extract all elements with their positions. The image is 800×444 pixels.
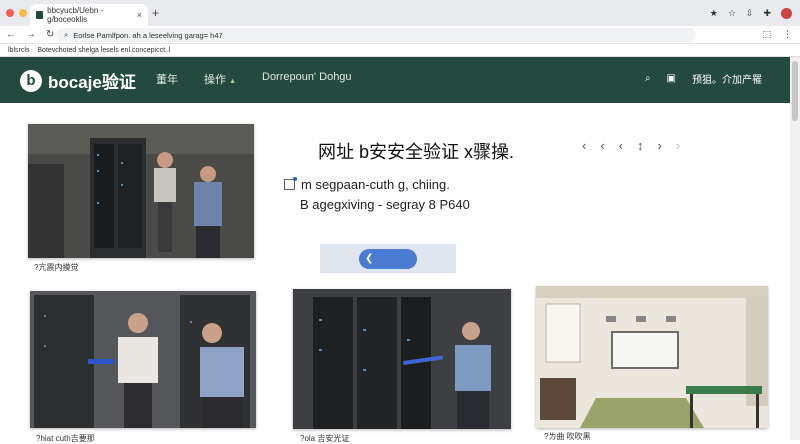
photo-caption: ?hiat cuth吉要那 xyxy=(36,434,95,443)
menu-icon[interactable]: ⋮ xyxy=(783,29,792,40)
forward-icon[interactable]: → xyxy=(26,29,36,40)
close-icon[interactable]: × xyxy=(137,10,142,20)
browser-tab-strip: bbcyucb/Uebn -g/boceoklis × + ★ ☆ ⇩ ✚ xyxy=(0,0,800,26)
caret-up-icon: ▲ xyxy=(229,78,236,85)
hero-line-1: m segpaan-cuth g, chiing. xyxy=(284,177,450,192)
nav-item-label: 操作 xyxy=(204,74,226,86)
favicon-icon xyxy=(36,11,44,19)
photo-caption: ?ola 吉安光证 xyxy=(300,434,350,443)
browser-extension-icons: ★ ☆ ⇩ ✚ xyxy=(710,8,792,19)
address-text: Eorlse Pamlfpon. ah a leseelving garag= … xyxy=(73,30,223,40)
carousel-controls: ‹ ‹ ‹ ↕ › › xyxy=(582,138,680,153)
browser-tab[interactable]: bbcyucb/Uebn -g/boceoklis × xyxy=(30,4,148,26)
minimize-window-button[interactable] xyxy=(19,9,27,17)
address-bar[interactable]: ⌕ Eorlse Pamlfpon. ah a leseelving garag… xyxy=(56,28,696,42)
scrollbar-thumb[interactable] xyxy=(792,61,798,121)
bookmarks-bar: lblsrcls Botevchoted shelga lesels enl.c… xyxy=(0,44,800,57)
new-tab-button[interactable]: + xyxy=(152,6,159,20)
chevron-right-icon[interactable]: › xyxy=(676,138,680,153)
photo-server-room-1[interactable] xyxy=(28,124,254,258)
pager-indicator-icon[interactable]: ↕ xyxy=(637,138,644,153)
server-room-image xyxy=(28,124,254,258)
nav-item[interactable]: Dorrepoun' Dohgu xyxy=(262,71,352,87)
browser-toolbar: ← → ↻ ⌕ Eorlse Pamlfpon. ah a leseelving… xyxy=(0,26,800,44)
checkbox-icon[interactable] xyxy=(284,177,297,190)
toolbar-right-icons: ⬚ ⋮ xyxy=(762,29,792,40)
nav-item-dropdown[interactable]: 操作 ▲ xyxy=(204,71,236,87)
site-header: b bocaje验证 董年 操作 ▲ Dorrepoun' Dohgu ⌕ ▣ … xyxy=(0,57,790,103)
logo-text: bocaje验证 xyxy=(48,73,136,92)
cta-button[interactable]: ❮ xyxy=(359,248,417,269)
photo-caption: ?亢震内摸觉 xyxy=(34,263,79,272)
star-icon[interactable]: ★ xyxy=(710,8,718,19)
profile-avatar[interactable] xyxy=(781,8,792,19)
reload-icon[interactable]: ↻ xyxy=(46,29,54,40)
site-logo[interactable]: b bocaje验证 xyxy=(20,68,136,93)
server-room-image xyxy=(30,291,256,428)
chevron-left-icon[interactable]: ‹ xyxy=(619,138,623,153)
bookmark-item[interactable]: Botevchoted shelga lesels enl.concepicct… xyxy=(37,47,170,54)
chevron-left-icon: ❮ xyxy=(365,253,374,264)
hero-line-2: B agegxiving - segray 8 P640 xyxy=(300,197,470,212)
share-icon[interactable]: ⬚ xyxy=(762,29,771,40)
server-room-image xyxy=(293,289,511,429)
photo-server-room-3[interactable] xyxy=(293,289,511,429)
main-nav: 董年 操作 ▲ Dorrepoun' Dohgu xyxy=(156,71,352,87)
nav-item[interactable]: 董年 xyxy=(156,71,178,87)
logo-mark-icon: b xyxy=(20,69,42,92)
search-icon[interactable]: ⌕ xyxy=(645,73,651,84)
header-right-label[interactable]: 预狙。介加产罹 xyxy=(692,71,762,86)
tab-title: bbcyucb/Uebn -g/boceoklis xyxy=(47,6,104,24)
chevron-left-icon[interactable]: ‹ xyxy=(600,138,604,153)
photo-classroom[interactable] xyxy=(536,286,768,428)
classroom-image xyxy=(536,286,768,428)
chevron-right-icon[interactable]: › xyxy=(658,138,662,153)
hero-line-1-text: m segpaan-cuth g, chiing. xyxy=(301,177,450,192)
nav-buttons: ← → ↻ xyxy=(6,29,54,40)
bookmark-icon[interactable]: ☆ xyxy=(728,8,736,19)
back-icon[interactable]: ← xyxy=(6,29,16,40)
photo-server-room-2[interactable] xyxy=(30,291,256,428)
page-scrollbar[interactable] xyxy=(790,57,800,440)
bookmark-item[interactable]: lblsrcls xyxy=(8,47,29,54)
photo-caption: ?ㄌ曲 吹吹黑 xyxy=(544,432,591,441)
hero-headline: 网址 b安安全验证 x骤操. xyxy=(318,142,515,162)
header-actions: ⌕ ▣ 预狙。介加产罹 xyxy=(645,71,762,86)
cta-area: ❮ xyxy=(320,244,456,273)
extension-icon[interactable]: ✚ xyxy=(763,8,771,19)
chevron-left-icon[interactable]: ‹ xyxy=(582,138,586,153)
search-icon: ⌕ xyxy=(64,30,69,39)
close-window-button[interactable] xyxy=(6,9,14,17)
account-icon[interactable]: ▣ xyxy=(667,73,676,84)
download-icon[interactable]: ⇩ xyxy=(746,8,754,19)
